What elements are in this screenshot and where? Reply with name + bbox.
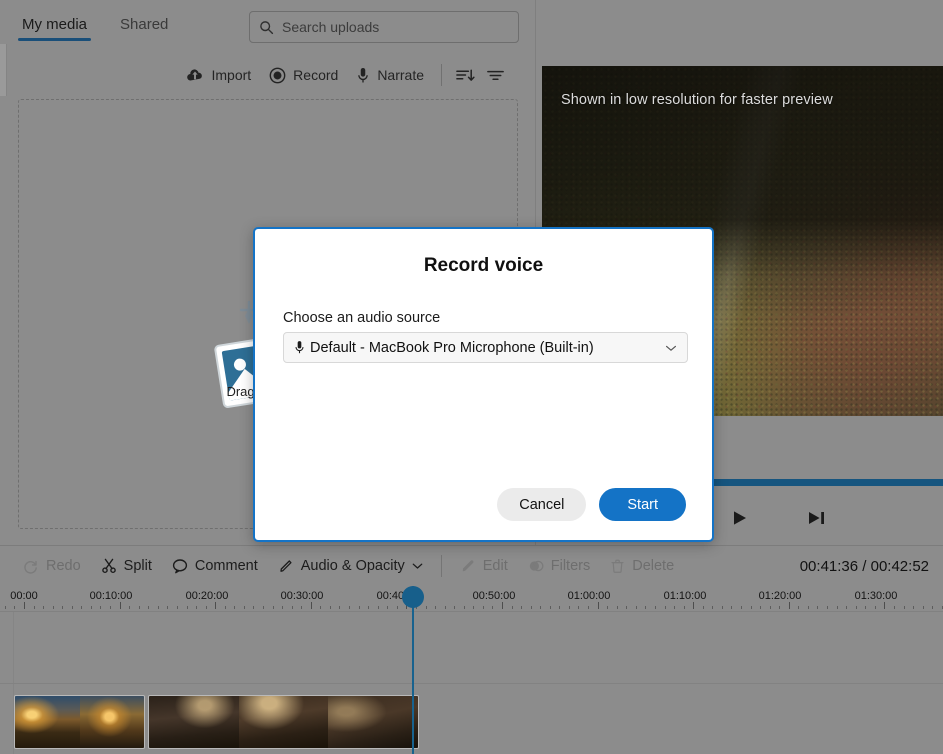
filters-label: Filters <box>551 558 590 574</box>
sort-icon[interactable] <box>450 62 480 88</box>
ruler-tick-marks <box>0 601 943 609</box>
microphone-icon <box>294 340 305 355</box>
cloud-upload-icon <box>186 68 204 83</box>
narrate-label: Narrate <box>377 67 424 83</box>
timeline-track-video[interactable] <box>0 684 943 754</box>
track-gutter <box>0 684 14 754</box>
edit-button[interactable]: Edit <box>450 554 518 578</box>
clip-thumbnails <box>149 696 418 748</box>
clip-thumbnail <box>328 696 418 748</box>
search-input-placeholder: Search uploads <box>282 19 379 35</box>
edit-label: Edit <box>483 558 508 574</box>
timeline-ruler[interactable]: 00:00 00:10:00 00:20:00 00:30:00 00:40:0… <box>0 586 943 612</box>
microphone-icon <box>356 67 370 84</box>
timeline-tracks <box>0 612 943 754</box>
redo-icon <box>24 559 39 574</box>
tab-shared[interactable]: Shared <box>116 0 172 44</box>
import-button[interactable]: Import <box>177 63 260 87</box>
trash-icon <box>610 558 625 574</box>
search-icon <box>259 20 274 35</box>
audio-source-label: Choose an audio source <box>283 310 440 326</box>
narrate-button[interactable]: Narrate <box>347 63 433 88</box>
filter-icon[interactable] <box>480 62 510 88</box>
play-icon[interactable] <box>723 503 757 533</box>
import-label: Import <box>211 67 251 83</box>
record-circle-icon <box>269 67 286 84</box>
cancel-button[interactable]: Cancel <box>497 488 586 521</box>
timeline-track-empty[interactable] <box>0 612 943 684</box>
audio-source-value: Default - MacBook Pro Microphone (Built-… <box>310 340 665 356</box>
clip-thumbnail <box>80 696 145 748</box>
clip-thumbnail <box>15 696 80 748</box>
audio-source-select[interactable]: Default - MacBook Pro Microphone (Built-… <box>283 332 688 363</box>
clip-thumbnails <box>15 696 144 748</box>
audio-opacity-label: Audio & Opacity <box>301 558 405 574</box>
table-row[interactable] <box>148 695 419 749</box>
record-label: Record <box>293 67 338 83</box>
toolbar-divider <box>441 64 442 86</box>
tab-my-media-label: My media <box>22 16 87 33</box>
delete-button[interactable]: Delete <box>600 554 684 578</box>
split-icon <box>101 558 117 574</box>
comment-label: Comment <box>195 558 258 574</box>
media-action-bar: Import Record <box>0 58 536 92</box>
record-button[interactable]: Record <box>260 63 347 88</box>
tab-my-media[interactable]: My media <box>18 0 91 44</box>
delete-label: Delete <box>632 558 674 574</box>
clip-thumbnail <box>239 696 329 748</box>
audio-opacity-button[interactable]: Audio & Opacity <box>268 554 433 578</box>
filters-icon <box>528 558 544 574</box>
comment-icon <box>172 558 188 574</box>
skip-next-icon[interactable] <box>799 503 833 533</box>
comment-button[interactable]: Comment <box>162 554 268 578</box>
pencil-icon <box>460 558 476 574</box>
table-row[interactable] <box>14 695 145 749</box>
playhead-line <box>412 586 414 754</box>
tab-shared-label: Shared <box>120 16 168 33</box>
clip-edit-toolbar: Redo Split Comment <box>0 545 943 586</box>
pencil-icon <box>278 558 294 574</box>
chevron-down-icon <box>412 562 423 570</box>
low-resolution-banner: Shown in low resolution for faster previ… <box>561 92 833 108</box>
dialog-actions: Cancel Start <box>255 488 686 521</box>
split-label: Split <box>124 558 152 574</box>
time-display: 00:41:36 / 00:42:52 <box>800 558 929 575</box>
redo-label: Redo <box>46 558 81 574</box>
record-voice-dialog: Record voice Choose an audio source Defa… <box>253 227 714 542</box>
track-gutter <box>0 612 14 683</box>
start-button[interactable]: Start <box>599 488 686 521</box>
split-button[interactable]: Split <box>91 554 162 578</box>
filters-button[interactable]: Filters <box>518 554 600 578</box>
edit-toolbar-divider <box>441 555 442 577</box>
search-uploads-field[interactable]: Search uploads <box>249 11 519 43</box>
playhead-handle[interactable] <box>402 586 424 608</box>
chevron-down-icon <box>665 344 677 352</box>
video-editor-app: My media Shared Search uploads <box>0 0 943 754</box>
page-title: Record voice <box>255 255 712 277</box>
clip-thumbnail <box>149 696 239 748</box>
redo-button[interactable]: Redo <box>14 554 91 578</box>
